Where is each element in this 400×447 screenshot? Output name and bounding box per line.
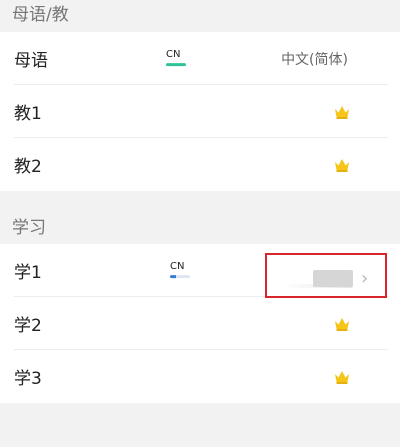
language-code-text: CN (166, 48, 181, 60)
crown-icon (335, 105, 349, 119)
row-label: 教1 (14, 104, 42, 124)
section-title-learn: 学习 (12, 218, 46, 238)
section-header-native: 母语/教 (0, 0, 400, 32)
teach-2-row[interactable]: 教2 (0, 138, 400, 191)
native-language-row[interactable]: 母语 CN 中文(简体) (0, 32, 400, 85)
row-label: 教2 (14, 157, 42, 177)
crown-icon (335, 158, 349, 172)
row-label: 母语 (14, 51, 48, 71)
section-header-learn: 学习 (0, 207, 400, 244)
highlight-box (265, 253, 387, 298)
row-label: 学2 (14, 316, 42, 336)
language-code: CN (166, 49, 186, 66)
learn-3-row[interactable]: 学3 (0, 350, 400, 403)
language-code: CN (170, 261, 190, 278)
row-label: 学3 (14, 369, 42, 389)
native-language-value: 中文(简体) (281, 51, 348, 68)
row-label: 学1 (14, 263, 42, 283)
native-language-card: 母语 CN 中文(简体) 教1 教2 (0, 32, 400, 191)
teach-1-row[interactable]: 教1 (0, 85, 400, 138)
learn-2-row[interactable]: 学2 (0, 297, 400, 350)
crown-icon (335, 370, 349, 384)
crown-icon (335, 317, 349, 331)
section-title-native: 母语/教 (12, 5, 69, 25)
language-code-underline (170, 274, 190, 278)
language-code-text: CN (170, 260, 185, 272)
language-code-underline (166, 62, 186, 66)
